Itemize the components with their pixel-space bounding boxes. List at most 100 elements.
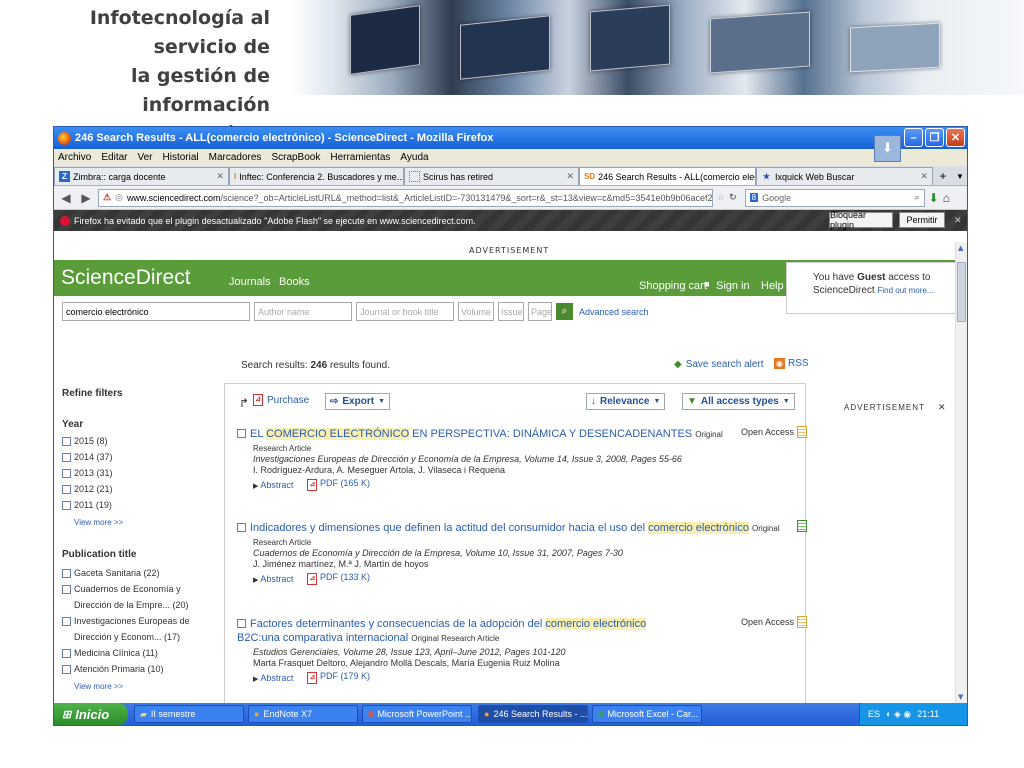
result-checkbox[interactable] <box>237 619 246 628</box>
menu-ayuda[interactable]: Ayuda <box>400 152 428 163</box>
sort-relevance-dropdown[interactable]: ↓ Relevance ▼ <box>586 393 666 410</box>
close-notification-icon[interactable]: ✕ <box>954 215 962 226</box>
close-button[interactable]: ✕ <box>946 128 965 147</box>
abstract-link[interactable]: ▶ Abstract <box>253 574 293 584</box>
sign-in-link[interactable]: Sign in <box>716 280 750 292</box>
checkbox[interactable] <box>62 469 71 478</box>
search-query-input[interactable]: comercio electrónico <box>62 302 250 321</box>
abstract-link[interactable]: ▶ Abstract <box>253 480 293 490</box>
year-filter-item[interactable]: 2011 (19) <box>62 498 222 514</box>
tab-sciencedirect[interactable]: SD 246 Search Results - ALL(comercio ele… <box>579 167 756 185</box>
checkbox[interactable] <box>62 649 71 658</box>
reload-icon[interactable]: ↻ <box>729 192 737 203</box>
publication-filter-item[interactable]: Investigaciones Europeas de Dirección y … <box>62 614 222 646</box>
language-indicator[interactable]: ES <box>868 709 880 719</box>
result-title[interactable]: EL COMERCIO ELECTRÓNICO EN PERSPECTIVA: … <box>237 426 797 442</box>
menu-archivo[interactable]: Archivo <box>58 152 91 163</box>
bookmark-star-icon[interactable]: ☆ <box>717 192 725 203</box>
access-type-dropdown[interactable]: ▼ All access types ▼ <box>682 393 795 410</box>
checkbox[interactable] <box>62 501 71 510</box>
home-icon[interactable]: ⌂ <box>943 191 950 205</box>
page-input[interactable]: Page <box>528 302 552 321</box>
year-view-more-link[interactable]: View more >> <box>74 518 222 527</box>
scrollbar-thumb[interactable] <box>957 262 966 322</box>
minimize-button[interactable]: – <box>904 128 923 147</box>
pdf-link[interactable]: ⊿ PDF (165 K) <box>307 478 370 491</box>
close-ad-icon[interactable]: ✕ <box>938 402 947 412</box>
back-icon[interactable]: ◀ <box>58 191 74 205</box>
author-input[interactable]: Author name <box>254 302 352 321</box>
save-search-alert-link[interactable]: ◆ Save search alert <box>674 359 764 370</box>
pdf-link[interactable]: ⊿ PDF (179 K) <box>307 671 370 684</box>
scroll-up-icon[interactable]: ▲ <box>958 244 963 252</box>
checkbox[interactable] <box>62 569 71 578</box>
sciencedirect-logo[interactable]: ScienceDirect <box>61 266 191 290</box>
download-arrow-icon[interactable]: ⬇ <box>874 135 901 162</box>
checkbox[interactable] <box>62 585 71 594</box>
result-checkbox[interactable] <box>237 429 246 438</box>
menu-historial[interactable]: Historial <box>163 152 199 163</box>
forward-icon[interactable]: ▶ <box>78 191 94 205</box>
select-all-arrow-icon[interactable]: ↱ <box>239 396 249 410</box>
publication-filter-item[interactable]: Atención Primaria (10) <box>62 662 222 678</box>
search-icon[interactable]: ⌕ <box>915 192 920 203</box>
plugin-warning-icon[interactable]: ⚠ <box>103 192 111 203</box>
checkbox[interactable] <box>62 665 71 674</box>
advanced-search-link[interactable]: Advanced search <box>579 307 649 317</box>
tray-icons[interactable]: ◐ ◈ ◉ <box>886 709 911 720</box>
tab-close-icon[interactable]: ✕ <box>216 171 224 182</box>
result-title[interactable]: Indicadores y dimensiones que definen la… <box>237 520 797 536</box>
menu-scrapbook[interactable]: ScrapBook <box>271 152 320 163</box>
scroll-down-icon[interactable]: ▼ <box>958 693 963 701</box>
help-link[interactable]: Help <box>761 280 784 292</box>
search-engine-box[interactable]: 8 Google ⌕ <box>744 188 925 207</box>
vertical-scrollbar[interactable]: ▲ ▼ <box>955 242 967 703</box>
tab-zimbra[interactable]: Z Zimbra:: carga docente ✕ <box>54 167 229 185</box>
publication-filter-item[interactable]: Medicina Clínica (11) <box>62 646 222 662</box>
checkbox[interactable] <box>62 437 71 446</box>
checkbox[interactable] <box>62 453 71 462</box>
result-checkbox[interactable] <box>237 523 246 532</box>
taskbar-item-folder[interactable]: ▰ II semestre <box>134 705 244 723</box>
maximize-button[interactable]: ❐ <box>925 128 944 147</box>
menu-ver[interactable]: Ver <box>137 152 152 163</box>
url-bar[interactable]: ⚠ ◎ www.sciencedirect.com/science?_ob=Ar… <box>98 188 713 207</box>
menu-herramientas[interactable]: Herramientas <box>330 152 390 163</box>
menu-marcadores[interactable]: Marcadores <box>209 152 262 163</box>
checkbox[interactable] <box>62 485 71 494</box>
publication-filter-item[interactable]: Cuadernos de Economía y Dirección de la … <box>62 582 222 614</box>
result-title[interactable]: Factores determinantes y consecuencias d… <box>237 616 677 646</box>
find-out-more-link[interactable]: Find out more... <box>877 286 933 295</box>
search-button[interactable]: ⌕ <box>556 303 573 320</box>
menu-editar[interactable]: Editar <box>101 152 127 163</box>
tab-close-icon[interactable]: ✕ <box>920 171 928 182</box>
volume-input[interactable]: Volume <box>458 302 494 321</box>
publication-filter-item[interactable]: Gaceta Sanitaria (22) <box>62 566 222 582</box>
block-plugin-button[interactable]: Bloquear plugin <box>829 210 893 230</box>
taskbar-item-powerpoint[interactable]: ■ Microsoft PowerPoint ... <box>362 705 472 723</box>
abstract-link[interactable]: ▶ Abstract <box>253 673 293 683</box>
pdf-link[interactable]: ⊿ PDF (133 K) <box>307 572 370 585</box>
checkbox[interactable] <box>62 617 71 626</box>
export-button[interactable]: ⇨ Export ▼ <box>325 393 390 410</box>
taskbar-item-excel[interactable]: ■ Microsoft Excel - Car... <box>592 705 702 723</box>
nav-books[interactable]: Books <box>279 276 310 288</box>
year-filter-item[interactable]: 2015 (8) <box>62 434 222 450</box>
taskbar-item-endnote[interactable]: ● EndNote X7 <box>248 705 358 723</box>
shopping-cart-link[interactable]: Shopping cart <box>639 280 707 292</box>
year-filter-item[interactable]: 2013 (31) <box>62 466 222 482</box>
tab-scirus[interactable]: Scirus has retired ✕ <box>404 167 579 185</box>
allow-plugin-button[interactable]: Permitir <box>899 212 945 228</box>
purchase-link[interactable]: ⊿ Purchase <box>253 394 309 406</box>
tab-list-chevron-icon[interactable]: ▼ <box>953 167 967 185</box>
nav-journals[interactable]: Journals <box>229 276 271 288</box>
start-button[interactable]: ⊞ Inicio <box>54 703 128 725</box>
journal-input[interactable]: Journal or book title <box>356 302 454 321</box>
taskbar-item-firefox[interactable]: ● 246 Search Results - ... <box>478 705 588 723</box>
tab-close-icon[interactable]: ✕ <box>566 171 574 182</box>
tab-inftec[interactable]: I Inftec: Conferencia 2. Buscadores y me… <box>229 167 404 185</box>
issue-input[interactable]: Issue <box>498 302 524 321</box>
new-tab-button[interactable]: + <box>933 167 953 185</box>
tab-ixquick[interactable]: ★ Ixquick Web Buscar ✕ <box>756 167 933 185</box>
publication-view-more-link[interactable]: View more >> <box>74 682 222 691</box>
